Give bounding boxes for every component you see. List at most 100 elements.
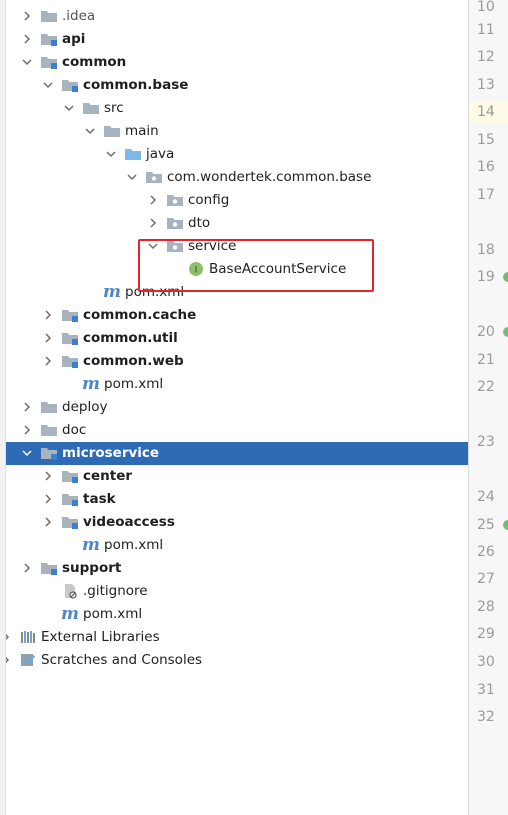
chevron-right-icon[interactable] xyxy=(20,32,34,46)
chevron-down-icon[interactable] xyxy=(62,101,76,115)
line-number: 23 xyxy=(477,434,495,450)
chevron-right-icon[interactable] xyxy=(20,9,34,23)
line-number: 26 xyxy=(477,544,495,560)
tree-item-label: microservice xyxy=(62,445,160,461)
tree-item-label: com.wondertek.common.base xyxy=(167,169,372,185)
tree-item[interactable]: task xyxy=(6,488,468,511)
chevron-right-icon[interactable] xyxy=(41,469,55,483)
tree-item[interactable]: common.util xyxy=(6,327,468,350)
tree-item[interactable]: External Libraries xyxy=(3,626,468,649)
package-icon xyxy=(166,192,184,208)
line-number: 16 xyxy=(477,159,495,175)
line-number: 31 xyxy=(477,682,495,698)
line-number: 30 xyxy=(477,654,495,670)
tree-item-label: common.web xyxy=(83,353,184,369)
module-folder-icon xyxy=(40,31,58,47)
tree-item[interactable]: config xyxy=(6,189,468,212)
tree-item[interactable]: Scratches and Consoles xyxy=(3,649,468,672)
maven-icon: m xyxy=(82,374,100,394)
tree-item[interactable]: doc xyxy=(6,419,468,442)
implemented-marker-icon[interactable] xyxy=(502,270,508,284)
maven-icon: m xyxy=(82,535,100,555)
tree-item[interactable]: m pom.xml xyxy=(6,534,468,557)
chevron-right-icon[interactable] xyxy=(146,193,160,207)
chevron-right-icon[interactable] xyxy=(20,561,34,575)
line-number: 21 xyxy=(477,352,495,368)
tree-item-label: Scratches and Consoles xyxy=(41,652,203,668)
tree-item[interactable]: .gitignore xyxy=(6,580,468,603)
tree-item[interactable]: dto xyxy=(6,212,468,235)
tree-item[interactable]: common.cache xyxy=(6,304,468,327)
folder-icon xyxy=(82,100,100,116)
chevron-down-icon[interactable] xyxy=(125,170,139,184)
module-folder-icon xyxy=(40,445,58,461)
tree-item[interactable]: center xyxy=(6,465,468,488)
line-number: 12 xyxy=(477,49,495,65)
tree-item-label: .gitignore xyxy=(83,583,148,599)
tree-item[interactable]: java xyxy=(6,143,468,166)
chevron-right-icon[interactable] xyxy=(20,423,34,437)
tree-item-label: common xyxy=(62,54,127,70)
tree-item-label: common.base xyxy=(83,77,189,93)
chevron-right-icon[interactable] xyxy=(41,492,55,506)
tree-item[interactable]: common.base xyxy=(6,74,468,97)
module-folder-icon xyxy=(61,514,79,530)
gitignore-file-icon xyxy=(61,583,79,599)
external-libraries-icon xyxy=(19,629,37,645)
tree-item-label: videoaccess xyxy=(83,514,175,530)
chevron-down-icon[interactable] xyxy=(83,124,97,138)
line-number: 15 xyxy=(477,132,495,148)
tree-item[interactable]: api xyxy=(6,28,468,51)
tree-item-label: main xyxy=(125,123,159,139)
implemented-marker-icon[interactable] xyxy=(502,325,508,339)
annotation-highlight-box xyxy=(138,239,374,292)
chevron-right-icon[interactable] xyxy=(41,331,55,345)
tree-item[interactable]: support xyxy=(6,557,468,580)
tree-item-label: pom.xml xyxy=(104,376,164,392)
tree-item-label: .idea xyxy=(62,8,96,24)
tree-item[interactable]: src xyxy=(6,97,468,120)
tree-item[interactable]: videoaccess xyxy=(6,511,468,534)
tree-item[interactable]: main xyxy=(6,120,468,143)
chevron-right-icon[interactable] xyxy=(41,515,55,529)
line-number: 10 xyxy=(477,0,495,15)
line-number: 29 xyxy=(477,626,495,642)
tree-item[interactable]: deploy xyxy=(6,396,468,419)
source-root-folder-icon xyxy=(124,146,142,162)
module-folder-icon xyxy=(61,330,79,346)
tree-item[interactable]: common xyxy=(6,51,468,74)
chevron-right-icon[interactable] xyxy=(41,308,55,322)
line-number: 17 xyxy=(477,187,495,203)
tree-item-label: task xyxy=(83,491,116,507)
chevron-right-icon[interactable] xyxy=(20,400,34,414)
tree-item[interactable]: .idea xyxy=(6,5,468,28)
implemented-marker-icon[interactable] xyxy=(502,518,508,532)
tree-item-label: pom.xml xyxy=(83,606,143,622)
tree-item[interactable]: common.web xyxy=(6,350,468,373)
chevron-right-icon[interactable] xyxy=(41,354,55,368)
tree-item[interactable]: com.wondertek.common.base xyxy=(6,166,468,189)
tree-item-label: api xyxy=(62,31,86,47)
line-number: 27 xyxy=(477,571,495,587)
maven-icon: m xyxy=(61,604,79,624)
tree-item[interactable]: m pom.xml xyxy=(6,603,468,626)
chevron-down-icon[interactable] xyxy=(41,78,55,92)
package-icon xyxy=(145,169,163,185)
chevron-down-icon[interactable] xyxy=(104,147,118,161)
chevron-down-icon[interactable] xyxy=(20,55,34,69)
tree-item-label: common.cache xyxy=(83,307,197,323)
module-folder-icon xyxy=(40,54,58,70)
chevron-right-icon[interactable] xyxy=(146,216,160,230)
tree-item[interactable]: m pom.xml xyxy=(6,373,468,396)
tree-item-label: External Libraries xyxy=(41,629,160,645)
line-number: 11 xyxy=(477,22,495,38)
tree-item[interactable]: microservice xyxy=(6,442,468,465)
chevron-down-icon[interactable] xyxy=(20,446,34,460)
folder-icon xyxy=(40,8,58,24)
module-folder-icon xyxy=(40,560,58,576)
scratches-icon xyxy=(19,652,37,668)
module-folder-icon xyxy=(61,468,79,484)
tree-item-label: deploy xyxy=(62,399,108,415)
module-folder-icon xyxy=(61,307,79,323)
tool-window-strip xyxy=(0,0,6,815)
